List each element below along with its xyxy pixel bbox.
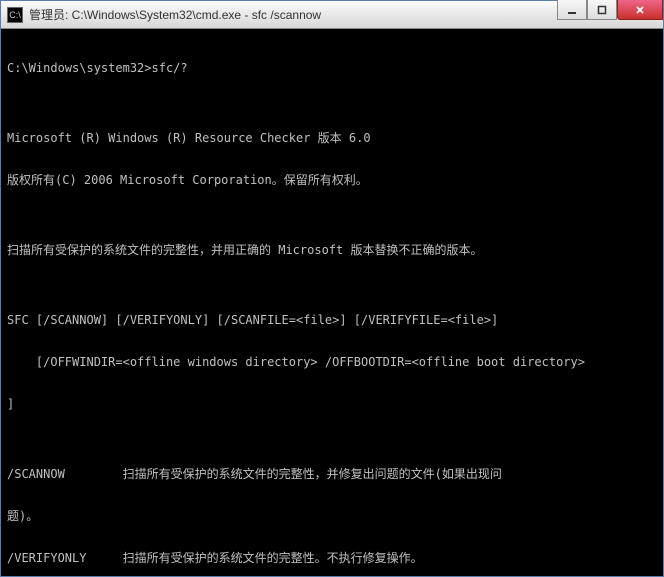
terminal-line: C:\Windows\system32>sfc/?	[7, 61, 657, 75]
close-button[interactable]	[617, 0, 663, 20]
terminal-line: [/OFFWINDIR=<offline windows directory> …	[7, 355, 657, 369]
cmd-icon: C:\	[7, 7, 23, 23]
terminal-line: 版权所有(C) 2006 Microsoft Corporation。保留所有权…	[7, 173, 657, 187]
window-title: 管理员: C:\Windows\System32\cmd.exe - sfc /…	[29, 6, 557, 23]
window-controls	[557, 1, 663, 28]
terminal-line: ]	[7, 397, 657, 411]
terminal-line: 题)。	[7, 509, 657, 523]
maximize-icon	[597, 5, 607, 15]
terminal-line: SFC [/SCANNOW] [/VERIFYONLY] [/SCANFILE=…	[7, 313, 657, 327]
terminal-line: /SCANNOW 扫描所有受保护的系统文件的完整性，并修复出问题的文件(如果出现…	[7, 467, 657, 481]
terminal-line: /VERIFYONLY 扫描所有受保护的系统文件的完整性。不执行修复操作。	[7, 551, 657, 565]
terminal-line: Microsoft (R) Windows (R) Resource Check…	[7, 131, 657, 145]
cmd-window: C:\ 管理员: C:\Windows\System32\cmd.exe - s…	[0, 0, 664, 577]
maximize-button[interactable]	[587, 0, 617, 20]
terminal-output[interactable]: C:\Windows\system32>sfc/? Microsoft (R) …	[1, 29, 663, 576]
minimize-icon	[567, 5, 577, 15]
close-icon	[635, 5, 645, 15]
titlebar[interactable]: C:\ 管理员: C:\Windows\System32\cmd.exe - s…	[1, 1, 663, 29]
terminal-line: 扫描所有受保护的系统文件的完整性，并用正确的 Microsoft 版本替换不正确…	[7, 243, 657, 257]
minimize-button[interactable]	[557, 0, 587, 20]
